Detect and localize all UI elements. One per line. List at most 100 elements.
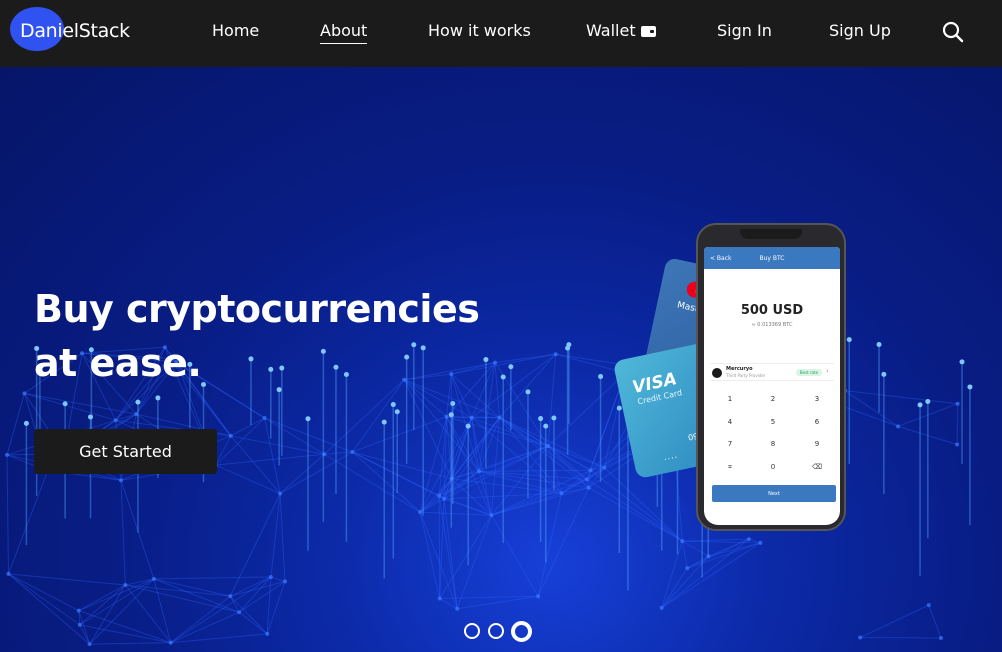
- search-icon[interactable]: [941, 20, 965, 44]
- wallet-icon: [640, 26, 656, 37]
- network-line: [78, 610, 171, 644]
- visa-dots: ....: [662, 450, 679, 463]
- backspace-icon: ⌫: [812, 463, 822, 471]
- carousel-dot-2[interactable]: [488, 623, 504, 639]
- light-ray-tip: [508, 364, 514, 370]
- network-line: [170, 611, 240, 644]
- light-ray-tip: [565, 345, 571, 351]
- carousel-dot-3[interactable]: [511, 621, 532, 642]
- network-node: [469, 415, 474, 420]
- network-line: [279, 493, 286, 582]
- chevron-right-icon: ›: [826, 367, 829, 375]
- light-ray-tip: [876, 341, 882, 347]
- light-ray-tip: [465, 423, 471, 429]
- network-node: [77, 622, 82, 627]
- network-line: [547, 372, 626, 447]
- network-line: [859, 604, 929, 638]
- network-node: [5, 452, 10, 457]
- network-node: [553, 352, 558, 357]
- nav-wallet[interactable]: Wallet: [586, 20, 656, 42]
- light-ray-tip: [390, 402, 396, 408]
- nav-about[interactable]: About: [320, 20, 368, 44]
- network-line: [490, 514, 539, 597]
- network-node: [442, 496, 447, 501]
- light-ray-tip: [62, 401, 68, 407]
- light-ray-tip: [538, 416, 544, 422]
- network-line: [324, 453, 421, 513]
- network-line: [6, 454, 9, 574]
- network-line: [351, 379, 405, 453]
- network-line: [78, 584, 126, 612]
- light-ray-tip: [598, 374, 604, 380]
- btc-amount: ≈ 0.013369 BTC: [751, 322, 793, 328]
- light-ray-tip: [483, 357, 489, 363]
- nav-how-it-works[interactable]: How it works: [428, 20, 531, 42]
- light-ray-tip: [88, 414, 94, 420]
- carousel-dot-1[interactable]: [464, 623, 480, 639]
- nav-wallet-label: Wallet: [586, 21, 636, 40]
- phone-screen: < Back Buy BTC 500 USD ≈ 0.013369 BTC Me…: [704, 247, 840, 525]
- network-line: [586, 478, 683, 542]
- network-line: [494, 362, 501, 418]
- hero-section: Buy cryptocurrencies at ease. Get Starte…: [0, 67, 1002, 652]
- network-line: [6, 393, 25, 456]
- network-line: [215, 435, 232, 466]
- light-ray-tip: [305, 416, 311, 422]
- light-ray-tip: [135, 399, 141, 405]
- network-node: [588, 468, 593, 473]
- scan-icon: ⌗: [728, 463, 732, 471]
- keypad-key: 1: [727, 395, 733, 403]
- network-node: [896, 424, 901, 429]
- light-ray-tip: [381, 419, 387, 425]
- network-line: [125, 584, 240, 613]
- provider-logo: [712, 368, 722, 378]
- get-started-button[interactable]: Get Started: [34, 429, 217, 474]
- network-line: [928, 604, 942, 639]
- light-ray-tip: [155, 395, 161, 401]
- nav-sign-up[interactable]: Sign Up: [829, 20, 891, 42]
- network-node: [444, 414, 449, 419]
- provider-row: Mercuryo Third Party Provider Best rate …: [710, 363, 834, 381]
- network-node: [559, 491, 564, 496]
- network-line: [125, 584, 231, 597]
- headline-line-1: Buy cryptocurrencies: [34, 287, 480, 331]
- light-ray-tip: [967, 384, 973, 390]
- hero-headline: Buy cryptocurrencies at ease.: [34, 282, 480, 390]
- network-line: [79, 578, 155, 626]
- network-node: [584, 477, 589, 482]
- provider-badge: Best rate: [796, 369, 822, 376]
- logo[interactable]: DanielStack: [20, 19, 130, 43]
- network-line: [7, 470, 49, 575]
- network-line: [478, 470, 589, 489]
- light-ray-tip: [450, 400, 456, 406]
- network-line: [89, 642, 171, 645]
- network-node: [758, 540, 763, 545]
- keypad-key: 4: [727, 418, 733, 426]
- network-node: [283, 579, 288, 584]
- network-node: [955, 442, 960, 447]
- keypad-key: 7: [727, 440, 733, 448]
- network-line: [661, 538, 750, 609]
- network-line: [661, 567, 688, 609]
- keypad-key: 0: [770, 463, 776, 471]
- top-navbar: DanielStack Home About How it works Wall…: [0, 0, 1002, 67]
- network-line: [229, 493, 281, 597]
- network-line: [170, 633, 268, 644]
- keypad-key: 8: [770, 440, 776, 448]
- phone-mockup: < Back Buy BTC 500 USD ≈ 0.013369 BTC Me…: [696, 223, 846, 531]
- network-line: [264, 417, 281, 494]
- provider-sub: Third Party Provider: [726, 373, 766, 378]
- network-line: [24, 392, 137, 415]
- network-line: [420, 511, 492, 516]
- keypad-key: 5: [770, 418, 776, 426]
- network-line: [24, 392, 116, 421]
- nav-sign-in[interactable]: Sign In: [717, 20, 772, 42]
- network-line: [682, 538, 749, 542]
- network-node: [493, 360, 498, 365]
- light-ray-tip: [551, 415, 557, 421]
- network-node: [119, 478, 124, 483]
- nav-home[interactable]: Home: [212, 20, 259, 42]
- network-line: [120, 480, 126, 585]
- network-node: [237, 610, 242, 615]
- network-line: [590, 469, 683, 542]
